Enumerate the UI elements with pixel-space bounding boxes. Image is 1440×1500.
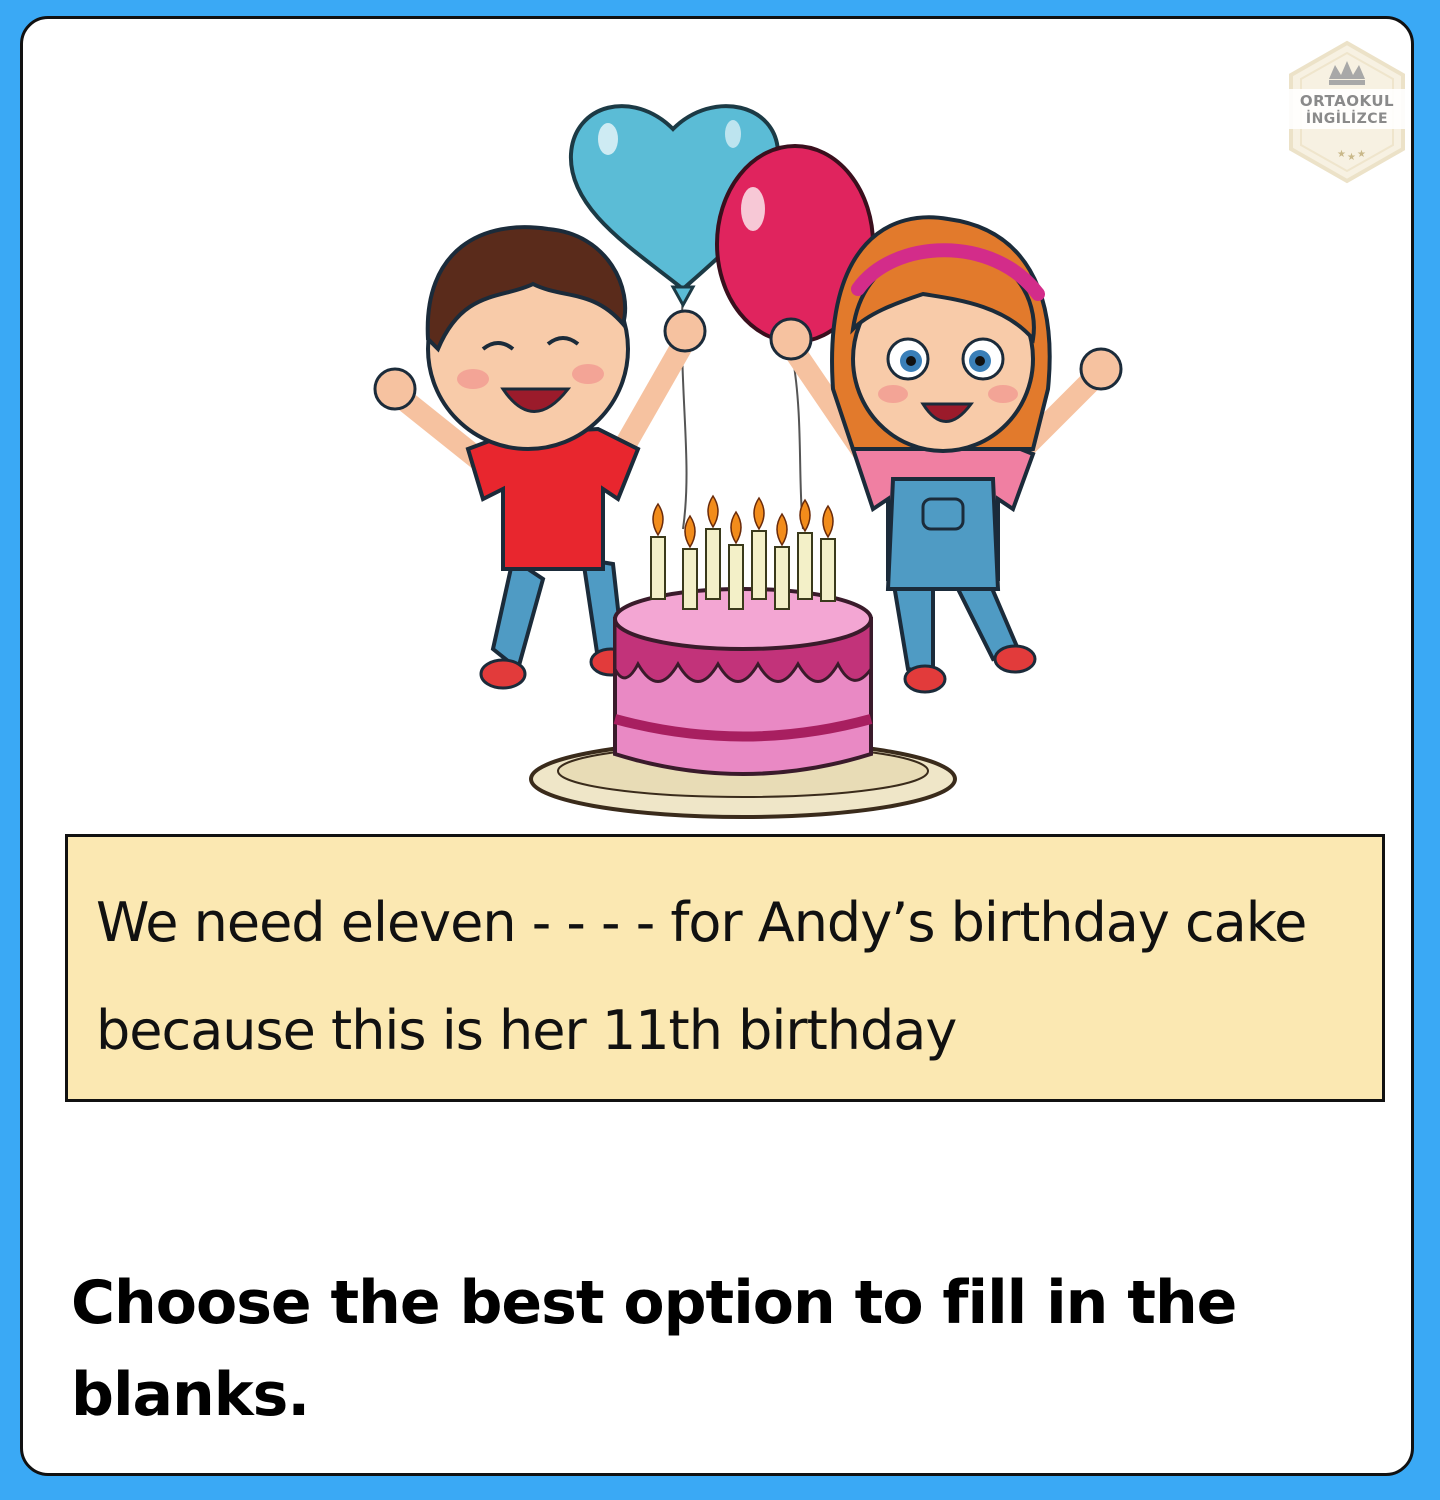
question-card: ★ ★ ★ ORTAOKUL İNGİLİZCE We need eleven … <box>20 16 1414 1476</box>
svg-text:★: ★ <box>1337 149 1346 160</box>
logo-line-1: ORTAOKUL <box>1299 92 1395 110</box>
birthday-illustration <box>373 104 1123 819</box>
sentence-box: We need eleven - - - - for Andy’s birthd… <box>65 834 1385 1102</box>
svg-text:★: ★ <box>1347 152 1356 163</box>
svg-text:★: ★ <box>1357 149 1366 160</box>
ortaokul-ingilizce-logo: ★ ★ ★ ORTAOKUL İNGİLİZCE <box>1285 39 1409 185</box>
question-instruction: Choose the best option to fill in the bl… <box>71 1268 1237 1430</box>
fill-in-sentence: We need eleven - - - - for Andy’s birthd… <box>96 891 1307 1062</box>
logo-line-2: İNGİLİZCE <box>1305 111 1389 127</box>
